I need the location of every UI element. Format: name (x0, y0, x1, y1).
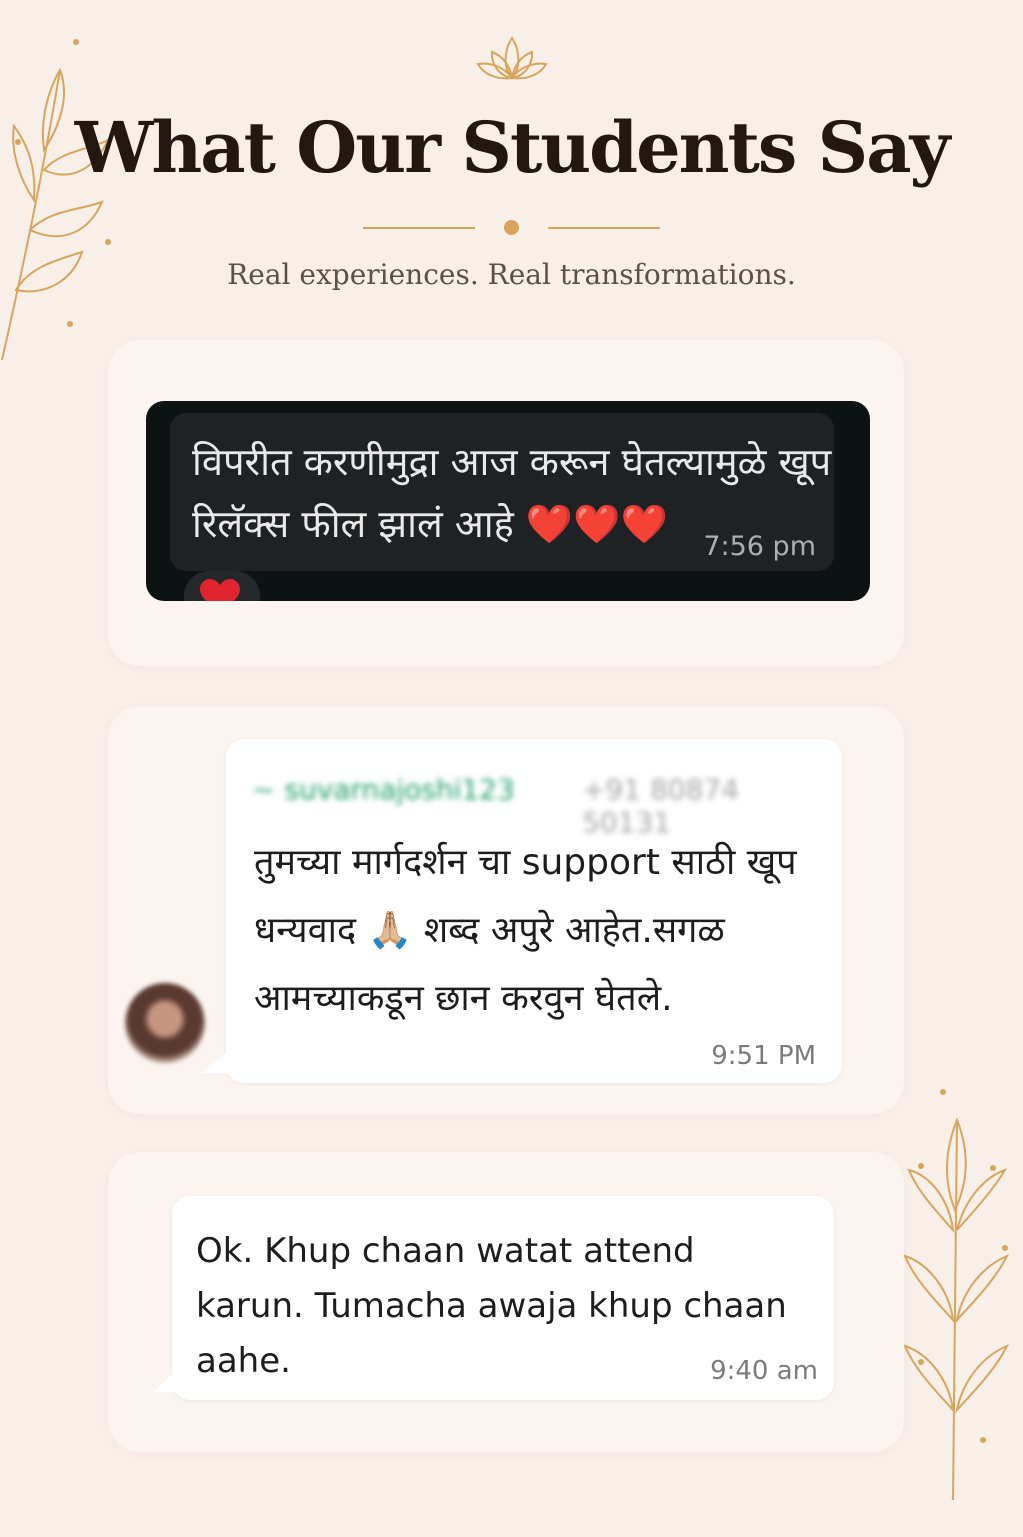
divider-dot (504, 220, 519, 235)
message-text: तुमच्या मार्गदर्शन चा support साठी खूप ध… (254, 842, 797, 1019)
bubble-tail (154, 1370, 176, 1392)
chat-screenshot-dark: विपरीत करणीमुद्रा आज करून घेतल्यामुळे खू… (146, 401, 870, 601)
title-divider (360, 218, 663, 238)
message-text: Ok. Khup chaan watat attend karun. Tumac… (196, 1231, 787, 1381)
avatar (125, 983, 205, 1063)
testimonial-card: Ok. Khup chaan watat attend karun. Tumac… (108, 1152, 904, 1452)
message-bubble: Ok. Khup chaan watat attend karun. Tumac… (154, 1196, 834, 1400)
divider-line-right (548, 227, 660, 229)
reaction-badge[interactable] (184, 571, 260, 601)
testimonial-card: विपरीत करणीमुद्रा आज करून घेतल्यामुळे खू… (108, 340, 904, 666)
bubble-tail (202, 1049, 230, 1073)
leaf-branch-right-decoration (903, 1089, 1010, 1501)
leaf-branch-left-decoration (1, 39, 111, 361)
message-timestamp: 9:40 am (710, 1356, 818, 1386)
lotus-icon (476, 36, 548, 80)
message-bubble: विपरीत करणीमुद्रा आज करून घेतल्यामुळे खू… (170, 413, 834, 571)
message-bubble: ~ suvarnajoshi123 +91 80874 50131 तुमच्य… (202, 739, 842, 1083)
message-timestamp: 9:51 PM (711, 1041, 816, 1071)
heart-icon (200, 579, 240, 601)
sender-info-blurred: ~ suvarnajoshi123 +91 80874 50131 (252, 773, 822, 839)
sender-name: ~ suvarnajoshi123 (252, 773, 515, 806)
divider-line-left (363, 227, 475, 229)
page-title: What Our Students Say (74, 106, 951, 189)
message-timestamp: 7:56 pm (703, 531, 816, 562)
page-subtitle: Real experiences. Real transformations. (227, 258, 796, 291)
testimonial-card: ~ suvarnajoshi123 +91 80874 50131 तुमच्य… (108, 706, 904, 1114)
